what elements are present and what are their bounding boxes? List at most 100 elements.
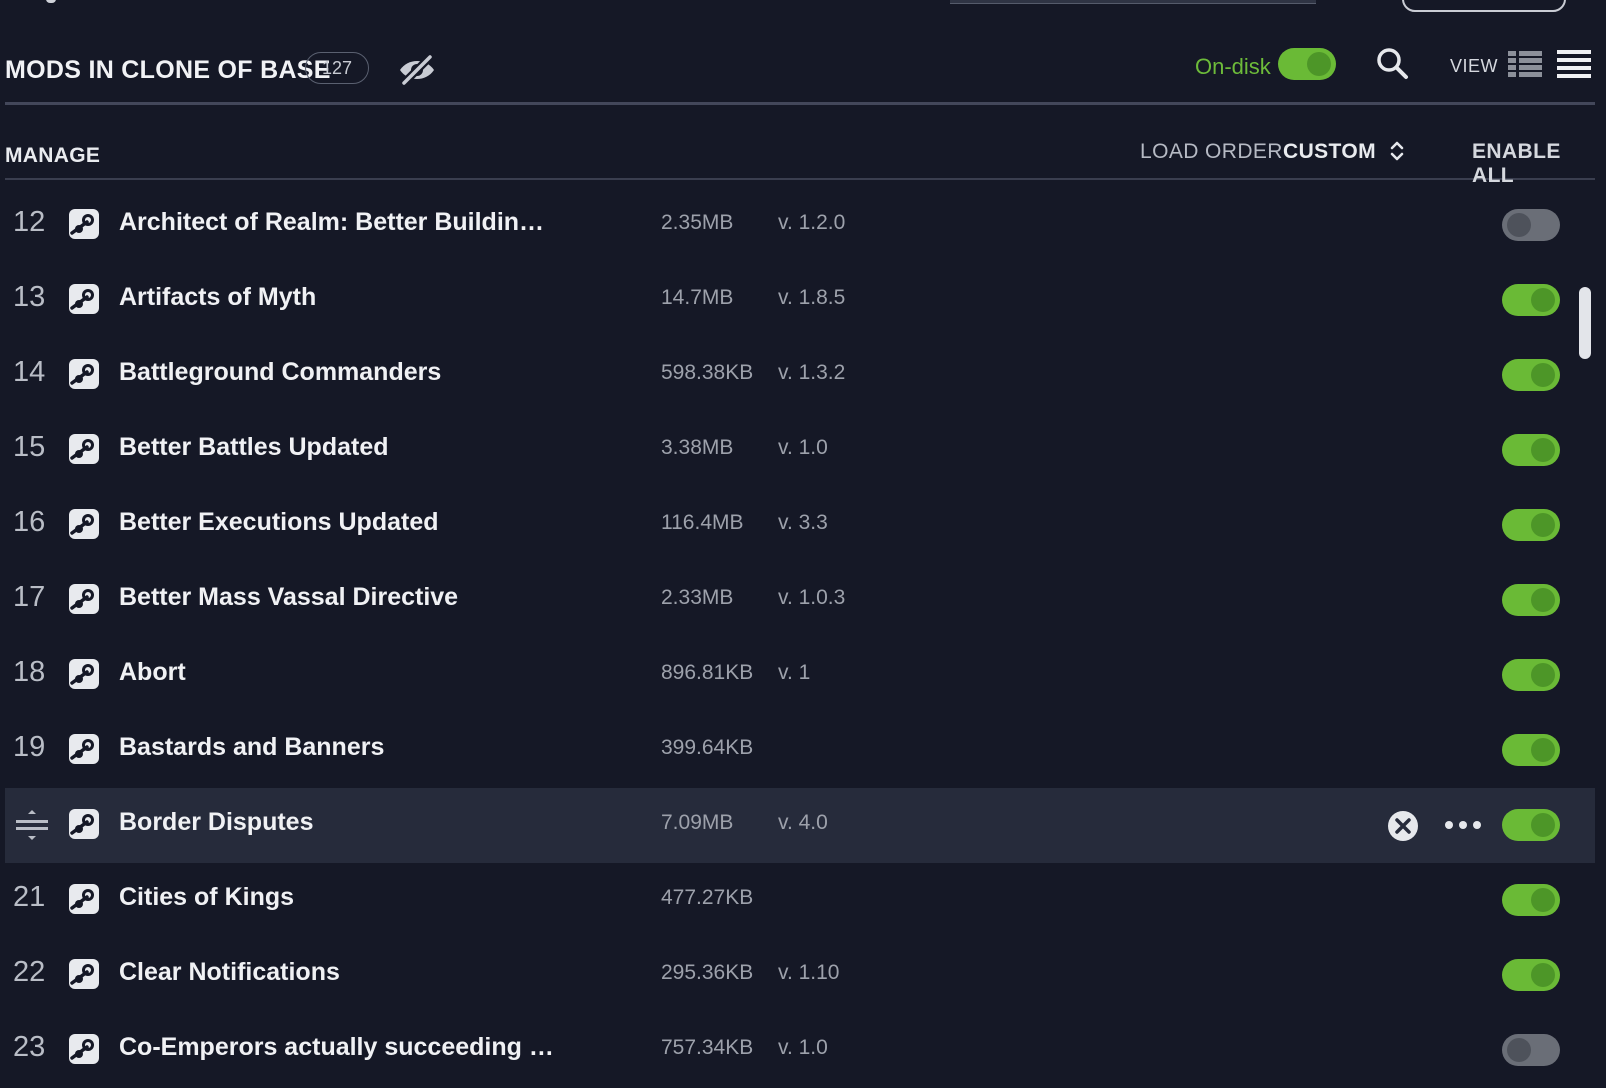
mod-version: v. 1.0.3	[778, 586, 846, 609]
page-title: MODS IN CLONE OF BASE	[5, 56, 331, 84]
scrollbar-thumb[interactable]	[1579, 287, 1591, 359]
mod-enable-toggle[interactable]	[1502, 209, 1560, 241]
mod-row[interactable]: 12 Architect of Realm: Better Buildin… 2…	[5, 188, 1595, 263]
view-label: VIEW	[1450, 56, 1499, 76]
eye-slash-icon[interactable]	[397, 51, 437, 87]
more-options-icon[interactable]	[1443, 812, 1483, 838]
steam-workshop-icon	[69, 509, 99, 539]
mod-row[interactable]: 13 Artifacts of Myth 14.7MB v. 1.8.5	[5, 263, 1595, 338]
mod-size: 3.38MB	[661, 436, 734, 459]
mod-name: Battleground Commanders	[119, 358, 442, 386]
steam-workshop-icon	[69, 209, 99, 239]
mod-order-number: 16	[13, 506, 46, 538]
mod-size: 757.34KB	[661, 1036, 754, 1059]
steam-workshop-icon	[69, 959, 99, 989]
mod-enable-toggle[interactable]	[1502, 359, 1560, 391]
mod-enable-toggle[interactable]	[1502, 284, 1560, 316]
steam-workshop-icon	[69, 734, 99, 764]
mod-row[interactable]: 21 Cities of Kings 477.27KB	[5, 863, 1595, 938]
mod-row[interactable]: 22 Clear Notifications 295.36KB v. 1.10	[5, 938, 1595, 1013]
list-view-icon[interactable]	[1557, 50, 1591, 78]
mod-size: 14.7MB	[661, 286, 734, 309]
mod-order-number: 21	[13, 881, 46, 913]
mod-name: Architect of Realm: Better Buildin…	[119, 208, 545, 236]
mod-order-number: 23	[13, 1031, 46, 1063]
mod-size: 896.81KB	[661, 661, 754, 684]
mod-enable-toggle[interactable]	[1502, 959, 1560, 991]
mod-row[interactable]: 15 Better Battles Updated 3.38MB v. 1.0	[5, 413, 1595, 488]
mod-order-number: 14	[13, 356, 46, 388]
on-disk-toggle[interactable]	[1278, 48, 1336, 80]
on-disk-label: On-disk	[1195, 54, 1271, 79]
top-edge-controls	[0, 0, 1606, 12]
sort-chevrons-icon[interactable]	[1387, 137, 1407, 165]
mod-name: Artifacts of Myth	[119, 283, 317, 311]
mod-size: 295.36KB	[661, 961, 754, 984]
remove-mod-icon[interactable]	[1387, 810, 1419, 842]
mod-order-number: 19	[13, 731, 46, 763]
mod-name: Cities of Kings	[119, 883, 295, 911]
search-icon[interactable]	[1375, 46, 1409, 80]
mod-version: v. 1.3.2	[778, 361, 846, 384]
mod-version: v. 3.3	[778, 511, 828, 534]
mod-order-number: 18	[13, 656, 46, 688]
mod-size: 399.64KB	[661, 736, 754, 759]
mod-enable-toggle[interactable]	[1502, 584, 1560, 616]
mod-order-number: 12	[13, 206, 46, 238]
grid-view-icon[interactable]	[1508, 51, 1542, 77]
mod-enable-toggle[interactable]	[1502, 1034, 1560, 1066]
steam-workshop-icon	[69, 1034, 99, 1064]
steam-workshop-icon	[69, 434, 99, 464]
mod-enable-toggle[interactable]	[1502, 884, 1560, 916]
load-order-select[interactable]: CUSTOM	[1283, 140, 1376, 164]
mod-enable-toggle[interactable]	[1502, 734, 1560, 766]
mod-version: v. 1	[778, 661, 811, 684]
mod-enable-toggle[interactable]	[1502, 434, 1560, 466]
top-edge-button[interactable]	[1402, 0, 1566, 12]
mod-row[interactable]: 17 Better Mass Vassal Directive 2.33MB v…	[5, 563, 1595, 638]
mod-name: Better Battles Updated	[119, 433, 389, 461]
mod-size: 116.4MB	[661, 511, 744, 534]
mods-header: MODS IN CLONE OF BASE 127 On-disk VIEW	[5, 38, 1595, 105]
mod-version: v. 1.2.0	[778, 211, 846, 234]
drag-handle-icon[interactable]	[15, 809, 49, 841]
mod-version: v. 1.0	[778, 436, 828, 459]
mod-name: Better Executions Updated	[119, 508, 439, 536]
mod-name: Co-Emperors actually succeeding …	[119, 1033, 554, 1061]
mod-order-number: 17	[13, 581, 46, 613]
mod-size: 2.35MB	[661, 211, 734, 234]
mod-row[interactable]: 23 Co-Emperors actually succeeding … 757…	[5, 1013, 1595, 1088]
mod-enable-toggle[interactable]	[1502, 659, 1560, 691]
manage-label: MANAGE	[5, 144, 101, 167]
mod-name: Better Mass Vassal Directive	[119, 583, 459, 611]
mod-version: v. 1.10	[778, 961, 840, 984]
mod-row-selected[interactable]: Border Disputes 7.09MB v. 4.0	[5, 788, 1595, 863]
enable-all-button[interactable]: ENABLE ALL	[1472, 140, 1595, 188]
mod-list: 12 Architect of Realm: Better Buildin… 2…	[5, 188, 1595, 1088]
mod-size: 2.33MB	[661, 586, 734, 609]
mod-version: v. 1.8.5	[778, 286, 846, 309]
mod-count-badge: 127	[305, 52, 369, 84]
mod-name: Bastards and Banners	[119, 733, 385, 761]
steam-workshop-icon	[69, 884, 99, 914]
mod-row[interactable]: 14 Battleground Commanders 598.38KB v. 1…	[5, 338, 1595, 413]
load-order-label: LOAD ORDER	[1140, 140, 1283, 163]
mod-size: 7.09MB	[661, 811, 734, 834]
steam-workshop-icon	[69, 284, 99, 314]
mod-version: v. 4.0	[778, 811, 828, 834]
mod-name: Clear Notifications	[119, 958, 340, 986]
mod-row[interactable]: 16 Better Executions Updated 116.4MB v. …	[5, 488, 1595, 563]
top-edge-fragment	[46, 0, 56, 3]
mod-name: Border Disputes	[119, 808, 314, 836]
mod-order-number: 15	[13, 431, 46, 463]
mod-enable-toggle[interactable]	[1502, 509, 1560, 541]
manage-bar: MANAGE LOAD ORDER CUSTOM ENABLE ALL	[5, 132, 1595, 187]
mod-enable-toggle[interactable]	[1502, 809, 1560, 841]
steam-workshop-icon	[69, 809, 99, 839]
mod-size: 477.27KB	[661, 886, 754, 909]
steam-workshop-icon	[69, 584, 99, 614]
mod-row[interactable]: 18 Abort 896.81KB v. 1	[5, 638, 1595, 713]
mod-row[interactable]: 19 Bastards and Banners 399.64KB	[5, 713, 1595, 788]
mod-name: Abort	[119, 658, 186, 686]
mod-order-number: 13	[13, 281, 46, 313]
